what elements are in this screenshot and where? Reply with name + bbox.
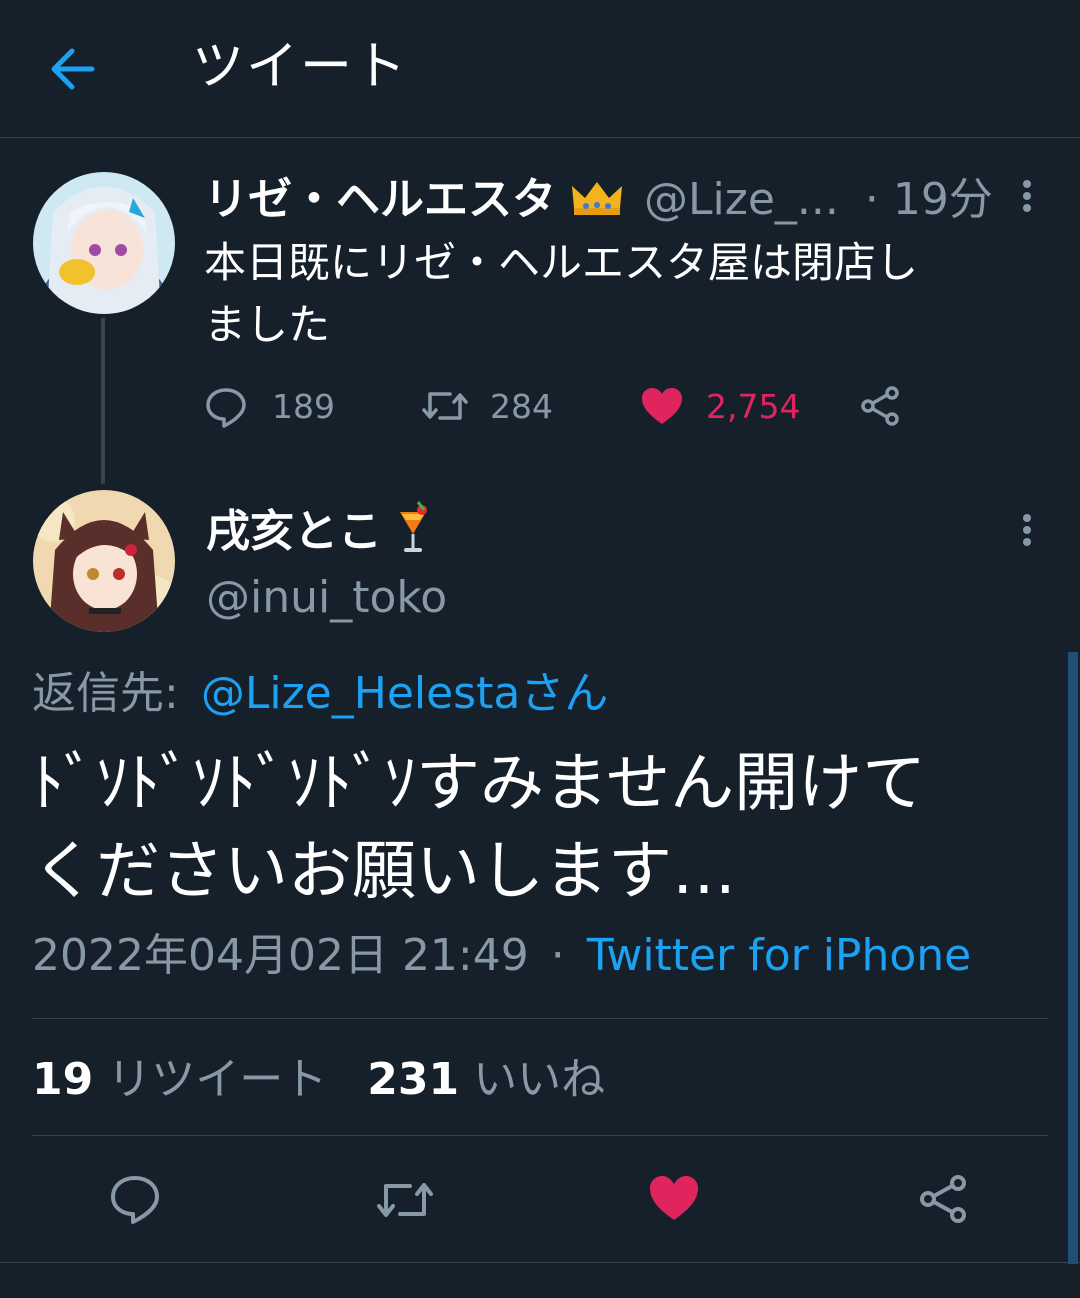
main-text-line2: くださいお願いします… xyxy=(32,835,736,909)
parent-reply-count: 189 xyxy=(272,387,335,426)
more-icon[interactable] xyxy=(1016,176,1038,220)
parent-text-line2: ました xyxy=(204,300,331,349)
source-link[interactable]: Twitter for iPhone xyxy=(587,930,971,981)
retweet-stat[interactable]: 19 リツイート xyxy=(32,1054,341,1105)
stats-row: 19 リツイート 231 いいね xyxy=(32,1050,605,1110)
timestamp: 2022年04月02日 21:49 xyxy=(32,930,529,981)
parent-retweet-count: 284 xyxy=(490,387,553,426)
parent-handle: @Lize_... xyxy=(644,174,839,225)
retweet-label: リツイート xyxy=(107,1054,328,1105)
parent-tweet-text: 本日既にリゼ・ヘルエスタ屋は閉店し ました xyxy=(204,232,1044,356)
back-arrow-icon[interactable] xyxy=(40,36,106,102)
main-text-line1: ﾄﾞｿﾄﾞｿﾄﾞｿﾄﾞｿすみません開けて xyxy=(32,747,927,821)
top-bar: ツイート xyxy=(0,0,1080,138)
timestamp-separator: · xyxy=(550,930,565,981)
timestamp-row: 2022年04月02日 21:49 · Twitter for iPhone xyxy=(32,928,971,984)
heart-icon[interactable] xyxy=(648,1174,700,1222)
reply-icon[interactable] xyxy=(108,1172,162,1226)
cocktail-icon xyxy=(396,500,430,556)
reply-to-line: 返信先: @Lize_Helestaさん xyxy=(32,664,608,724)
retweet-icon[interactable] xyxy=(420,386,470,426)
parent-like-count: 2,754 xyxy=(706,387,801,426)
parent-display-name: リゼ・ヘルエスタ xyxy=(204,174,556,225)
retweet-count: 19 xyxy=(32,1054,94,1105)
more-icon[interactable] xyxy=(1016,510,1038,554)
parent-time: · 19分 xyxy=(864,174,993,225)
heart-icon[interactable] xyxy=(640,386,684,426)
main-author[interactable]: 戌亥とこ xyxy=(206,500,430,560)
main-display-name: 戌亥とこ xyxy=(206,506,382,557)
like-count: 231 xyxy=(367,1054,460,1105)
divider-bottom xyxy=(0,1262,1080,1263)
reply-to-label: 返信先: xyxy=(32,668,179,719)
main-handle: @inui_toko xyxy=(206,572,448,623)
like-label: いいね xyxy=(473,1054,606,1105)
thread-connector xyxy=(101,318,105,484)
reply-to-link[interactable]: @Lize_Helestaさん xyxy=(201,668,609,719)
divider-top xyxy=(32,1018,1048,1019)
reply-icon[interactable] xyxy=(204,384,248,428)
share-icon[interactable] xyxy=(858,384,902,428)
parent-text-line1: 本日既にリゼ・ヘルエスタ屋は閉店し xyxy=(204,238,919,287)
page-title: ツイート xyxy=(192,37,409,97)
retweet-icon[interactable] xyxy=(374,1176,436,1224)
like-stat[interactable]: 231 いいね xyxy=(367,1054,605,1105)
main-tweet-text: ﾄﾞｿﾄﾞｿﾄﾞｿﾄﾞｿすみません開けて くださいお願いします… xyxy=(32,740,1052,916)
avatar-lize[interactable] xyxy=(33,172,175,314)
share-icon[interactable] xyxy=(916,1172,970,1226)
scrollbar[interactable] xyxy=(1068,652,1078,1264)
avatar-toko[interactable] xyxy=(33,490,175,632)
parent-author-row[interactable]: リゼ・ヘルエスタ @Lize_... · 19分 xyxy=(204,172,1004,228)
crown-icon xyxy=(570,178,624,218)
divider-middle xyxy=(32,1135,1048,1136)
